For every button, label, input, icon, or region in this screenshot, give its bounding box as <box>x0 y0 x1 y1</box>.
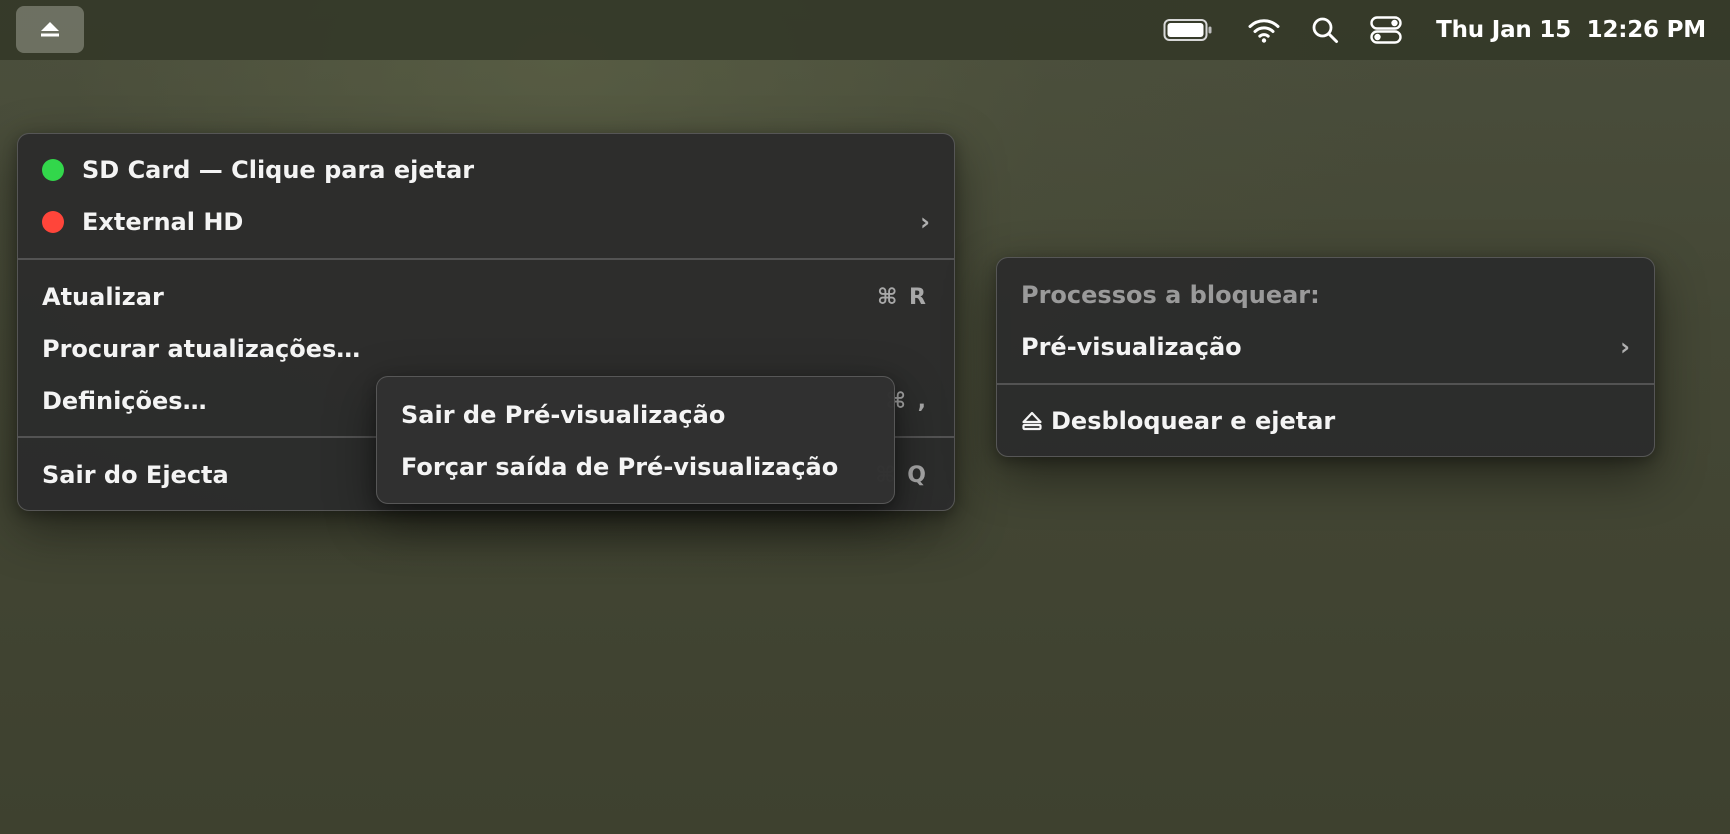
menu-item-process-preview[interactable]: Pré-visualização › <box>997 324 1654 370</box>
menu-item-label: Forçar saída de Pré-visualização <box>401 453 839 481</box>
ejecta-status-item[interactable] <box>16 6 84 53</box>
menu-item-unblock-eject[interactable]: Desbloquear e ejetar <box>997 398 1654 444</box>
keyboard-shortcut: ⌘ R <box>876 284 928 310</box>
chevron-right-icon: › <box>1620 333 1630 361</box>
menu-item-quit-preview[interactable]: Sair de Pré-visualização <box>377 392 894 438</box>
menu-item-label: Atualizar <box>42 283 164 311</box>
menu-bar-extras: Thu Jan 15 12:26 PM <box>1162 0 1730 60</box>
wifi-icon[interactable] <box>1246 0 1282 60</box>
menu-item-label: Procurar atualizações… <box>42 335 361 363</box>
menu-item-external-hd[interactable]: External HD › <box>18 199 954 245</box>
menu-bar-clock[interactable]: Thu Jan 15 12:26 PM <box>1436 17 1706 43</box>
menu-item-label: Sair de Pré-visualização <box>401 401 726 429</box>
control-center-icon[interactable] <box>1368 0 1404 60</box>
menu-separator <box>18 258 954 260</box>
menu-item-label: SD Card — Clique para ejetar <box>82 156 475 184</box>
blocking-processes-menu: Processos a bloquear: Pré-visualização ›… <box>996 257 1655 457</box>
status-dot-red <box>42 211 64 233</box>
menu-item-force-quit-preview[interactable]: Forçar saída de Pré-visualização <box>377 444 894 490</box>
chevron-right-icon: › <box>920 208 930 236</box>
menu-separator <box>997 383 1654 385</box>
menu-section-header: Processos a bloquear: <box>997 272 1654 318</box>
menu-item-label: Desbloquear e ejetar <box>1051 407 1336 435</box>
battery-icon[interactable] <box>1162 0 1214 60</box>
menu-item-refresh[interactable]: Atualizar ⌘ R <box>18 274 954 320</box>
process-actions-submenu: Sair de Pré-visualização Forçar saída de… <box>376 376 895 504</box>
menu-item-label: Pré-visualização <box>1021 333 1242 361</box>
status-dot-green <box>42 159 64 181</box>
menu-bar: Thu Jan 15 12:26 PM <box>0 0 1730 60</box>
menu-item-sd-card[interactable]: SD Card — Clique para ejetar <box>18 147 954 193</box>
processes-header: Processos a bloquear: <box>1021 281 1320 309</box>
menu-item-label: External HD <box>82 208 244 236</box>
eject-outline-icon <box>1021 410 1043 432</box>
menu-item-check-updates[interactable]: Procurar atualizações… <box>18 326 954 372</box>
eject-icon <box>40 21 60 38</box>
search-icon[interactable] <box>1308 0 1342 60</box>
